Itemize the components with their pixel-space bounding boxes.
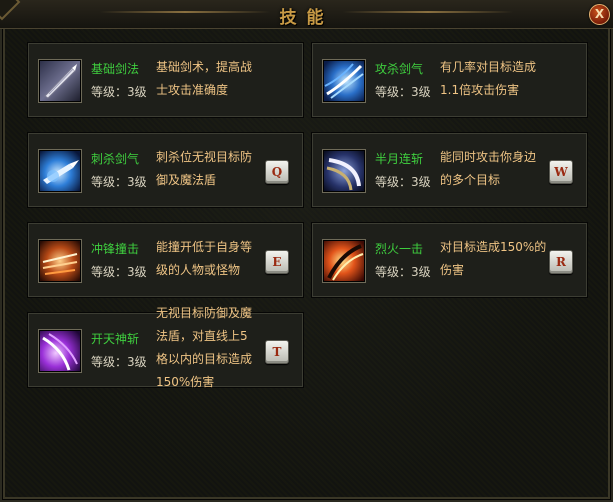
skill-description-line: 150%伤害 <box>156 375 215 389</box>
skill-description-line: 格以内的目标造成 <box>156 352 253 366</box>
skill-description-line: 级的人物或怪物 <box>156 263 241 277</box>
skill-level: 等级：3级 <box>375 265 431 279</box>
skill-description: 刺杀位无视目标防 御及魔法盾 <box>156 146 271 192</box>
skill-description-line: 能同时攻击你身边 <box>440 150 537 164</box>
hotkey-button-t[interactable]: T <box>265 340 289 364</box>
skill-description-line: 的多个目标 <box>440 173 501 187</box>
thrust-icon[interactable] <box>38 149 82 193</box>
skill-description-line: 能撞开低于自身等 <box>156 240 253 254</box>
skill-description-line: 基础剑术，提高战 <box>156 60 253 74</box>
skill-level: 等级：3级 <box>91 175 147 189</box>
close-button[interactable]: X <box>589 4 610 25</box>
skill-description: 能同时攻击你身边 的多个目标 <box>440 146 555 192</box>
fire-strike-icon[interactable] <box>322 239 366 283</box>
skill-description: 能撞开低于自身等 级的人物或怪物 <box>156 236 271 282</box>
skill-panel-thrust[interactable]: 刺杀剑气 等级：3级 刺杀位无视目标防 御及魔法盾 Q <box>27 132 304 208</box>
skill-name: 基础剑法 <box>91 62 140 76</box>
skill-panel-fire-strike[interactable]: 烈火一击 等级：3级 对目标造成150%的 伤害 R <box>311 222 588 298</box>
skill-level: 等级：3级 <box>91 85 147 99</box>
skill-name: 烈火一击 <box>375 242 424 256</box>
skill-panel-charge[interactable]: 冲锋撞击 等级：3级 能撞开低于自身等 级的人物或怪物 E <box>27 222 304 298</box>
sword-blade-icon[interactable] <box>38 59 82 103</box>
hotkey-button-e[interactable]: E <box>265 250 289 274</box>
skill-name: 攻杀剑气 <box>375 62 424 76</box>
skill-description-line: 御及魔法盾 <box>156 173 217 187</box>
skill-description: 对目标造成150%的 伤害 <box>440 236 555 282</box>
title-bar[interactable]: 技能 X <box>0 0 613 29</box>
skill-level: 等级：3级 <box>91 355 147 369</box>
skill-description-line: 刺杀位无视目标防 <box>156 150 253 164</box>
skill-description: 无视目标防御及魔 法盾，对直线上5 格以内的目标造成 150%伤害 <box>156 302 271 394</box>
skill-level: 等级：3级 <box>375 85 431 99</box>
skill-description-line: 法盾，对直线上5 <box>156 329 248 343</box>
skill-name: 刺杀剑气 <box>91 152 140 166</box>
hotkey-button-r[interactable]: R <box>549 250 573 274</box>
skill-description-line: 对目标造成150%的 <box>440 240 547 254</box>
skill-description-line: 有几率对目标造成 <box>440 60 537 74</box>
hotkey-button-w[interactable]: W <box>549 160 573 184</box>
skill-panel-heaven-slash[interactable]: 开天神斩 等级：3级 无视目标防御及魔 法盾，对直线上5 格以内的目标造成 15… <box>27 306 304 389</box>
skill-description-line: 士攻击准确度 <box>156 83 229 97</box>
skill-description: 基础剑术，提高战 士攻击准确度 <box>156 56 271 102</box>
window-title: 技能 <box>279 8 334 28</box>
blue-slash-icon[interactable] <box>322 59 366 103</box>
skill-name: 半月连斩 <box>375 152 424 166</box>
skill-level: 等级：3级 <box>91 265 147 279</box>
charge-icon[interactable] <box>38 239 82 283</box>
skill-name: 开天神斩 <box>91 332 140 346</box>
hotkey-button-q[interactable]: Q <box>265 160 289 184</box>
skill-panel-attack-slash[interactable]: 攻杀剑气 等级：3级 有几率对目标造成 1.1倍攻击伤害 <box>311 42 588 118</box>
skill-description-line: 1.1倍攻击伤害 <box>440 83 520 97</box>
half-moon-icon[interactable] <box>322 149 366 193</box>
skill-description: 有几率对目标造成 1.1倍攻击伤害 <box>440 56 555 102</box>
skill-panel-half-moon[interactable]: 半月连斩 等级：3级 能同时攻击你身边 的多个目标 W <box>311 132 588 208</box>
skill-level: 等级：3级 <box>375 175 431 189</box>
skill-description-line: 伤害 <box>440 263 465 277</box>
skill-name: 冲锋撞击 <box>91 242 140 256</box>
purple-slash-icon[interactable] <box>38 329 82 373</box>
skill-panel-basic-sword[interactable]: 基础剑法 等级：3级 基础剑术，提高战 士攻击准确度 <box>27 42 304 118</box>
skill-description-line: 无视目标防御及魔 <box>156 306 253 320</box>
